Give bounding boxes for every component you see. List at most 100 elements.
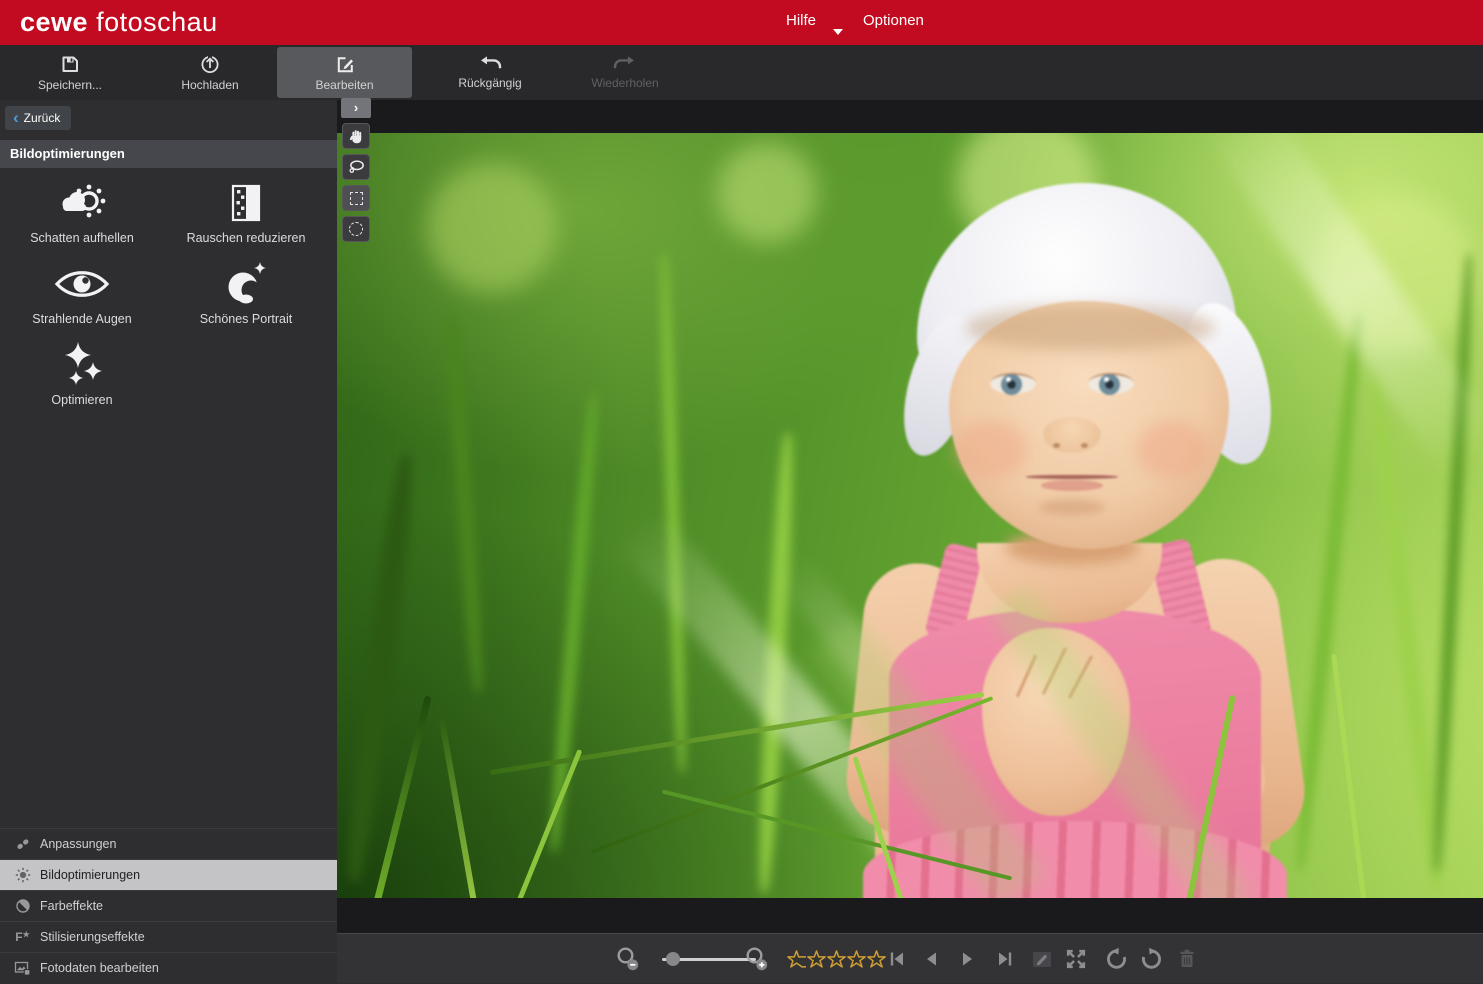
baby-nose — [1043, 417, 1101, 453]
beautiful-portrait-icon — [222, 256, 270, 312]
tool-grid: Schatten aufhellen Rauschen reduzieren — [0, 170, 337, 413]
upload-button[interactable]: Hochladen — [140, 47, 280, 98]
star-icon[interactable] — [787, 950, 806, 969]
menu-optionen[interactable]: Optionen — [863, 12, 924, 29]
first-image-button[interactable] — [888, 934, 906, 984]
rotate-right-button[interactable] — [1140, 934, 1164, 984]
category-label: Stilisierungseffekte — [40, 930, 145, 944]
photo-data-edit-icon — [14, 960, 31, 976]
hand-pan-tool[interactable] — [342, 123, 370, 149]
noise-reduction-icon — [226, 175, 266, 231]
previous-image-icon — [923, 950, 939, 968]
category-label: Farbeffekte — [40, 899, 103, 913]
panel-title: Bildoptimierungen — [0, 140, 337, 168]
save-icon — [59, 53, 81, 75]
last-image-icon — [996, 950, 1014, 968]
star-icon[interactable] — [867, 950, 886, 969]
cheek-left — [955, 421, 1027, 479]
edit-icon — [334, 53, 356, 75]
chevron-left-icon: ‹ — [13, 109, 19, 126]
chin-crease — [1039, 499, 1105, 515]
logo-bold: cewe — [20, 7, 88, 37]
hand-icon — [348, 128, 364, 144]
zoom-in-icon — [744, 946, 770, 972]
tool-shadow-brighten[interactable]: Schatten aufhellen — [0, 170, 164, 251]
category-color-effects[interactable]: Farbeffekte — [0, 890, 337, 921]
baby-lower-lip — [1041, 480, 1103, 491]
tool-label: Optimieren — [51, 393, 112, 407]
eye-highlight — [1104, 377, 1109, 382]
category-list: Anpassungen Bildoptimierungen Farbef — [0, 828, 337, 983]
forehead-shadow — [965, 305, 1215, 351]
tool-label: Schönes Portrait — [200, 312, 292, 326]
previous-image-button[interactable] — [923, 934, 939, 984]
trash-icon — [1177, 948, 1197, 970]
category-adjustments[interactable]: Anpassungen — [0, 828, 337, 859]
title-bar: cewe fotoschau Hilfe Optionen — [0, 0, 1483, 45]
undo-button[interactable]: Rückgängig — [420, 47, 560, 98]
delete-button[interactable] — [1177, 934, 1197, 984]
photo-canvas[interactable] — [337, 133, 1483, 898]
rotate-left-icon — [1104, 947, 1128, 971]
zoom-slider[interactable] — [662, 934, 756, 984]
zoom-out-button[interactable] — [615, 934, 641, 984]
star-icon[interactable] — [807, 950, 826, 969]
shadow-brighten-icon — [56, 175, 108, 231]
redo-button[interactable]: Wiederholen — [560, 47, 690, 98]
undo-icon — [478, 55, 502, 73]
lasso-select-tool[interactable] — [342, 154, 370, 180]
chevron-down-icon[interactable] — [833, 29, 843, 35]
tool-label: Schatten aufhellen — [30, 231, 134, 245]
category-image-optimizations[interactable]: Bildoptimierungen — [0, 859, 337, 890]
compare-edit-button[interactable] — [1031, 934, 1053, 984]
menu-hilfe[interactable]: Hilfe — [786, 12, 816, 29]
ellipse-marquee-icon — [349, 222, 363, 236]
tool-optimize[interactable]: Optimieren — [0, 332, 164, 413]
edit-button[interactable]: Bearbeiten — [277, 47, 412, 98]
back-button[interactable]: ‹ Zurück — [5, 106, 71, 130]
save-button[interactable]: Speichern... — [0, 47, 140, 98]
category-photo-data[interactable]: Fotodaten bearbeiten — [0, 952, 337, 983]
rotate-left-button[interactable] — [1104, 934, 1128, 984]
rating-stars[interactable] — [787, 934, 886, 984]
rect-select-tool[interactable] — [342, 185, 370, 211]
redo-icon — [613, 55, 637, 73]
category-label: Bildoptimierungen — [40, 868, 140, 882]
zoom-in-button[interactable] — [744, 934, 770, 984]
compare-edit-icon — [1031, 949, 1053, 969]
tool-beautiful-portrait[interactable]: Schönes Portrait — [164, 251, 328, 332]
zoom-slider-track[interactable] — [662, 958, 756, 961]
sun-icon — [14, 867, 31, 883]
canvas-area: › — [337, 100, 1483, 983]
tool-noise-reduction[interactable]: Rauschen reduzieren — [164, 170, 328, 251]
stylize-f-star-icon: F★ — [14, 931, 31, 943]
category-label: Anpassungen — [40, 837, 116, 851]
app-logo: cewe fotoschau — [20, 7, 218, 38]
lasso-icon — [348, 159, 365, 175]
tool-bright-eyes[interactable]: Strahlende Augen — [0, 251, 164, 332]
category-label: Fotodaten bearbeiten — [40, 961, 159, 975]
adjustments-icon — [14, 836, 31, 852]
last-image-button[interactable] — [996, 934, 1014, 984]
upload-label: Hochladen — [181, 78, 238, 92]
baby-iris-left — [1001, 374, 1022, 395]
zoom-slider-handle[interactable] — [666, 952, 680, 966]
fullscreen-button[interactable] — [1064, 934, 1088, 984]
ellipse-select-tool[interactable] — [342, 216, 370, 242]
next-image-button[interactable] — [960, 934, 976, 984]
status-bar — [337, 933, 1483, 983]
expand-palette-icon[interactable]: › — [341, 98, 371, 118]
bright-eyes-icon — [53, 256, 111, 312]
rect-marquee-icon — [350, 192, 363, 205]
save-label: Speichern... — [38, 78, 102, 92]
star-icon[interactable] — [847, 950, 866, 969]
star-icon[interactable] — [827, 950, 846, 969]
selection-tool-palette: › — [341, 98, 371, 242]
next-image-icon — [960, 950, 976, 968]
color-effects-icon — [14, 898, 31, 914]
baby-mouth — [1026, 475, 1118, 479]
nostril — [1053, 443, 1060, 448]
rotate-right-icon — [1140, 947, 1164, 971]
undo-label: Rückgängig — [458, 76, 521, 90]
category-stylization-effects[interactable]: F★ Stilisierungseffekte — [0, 921, 337, 952]
